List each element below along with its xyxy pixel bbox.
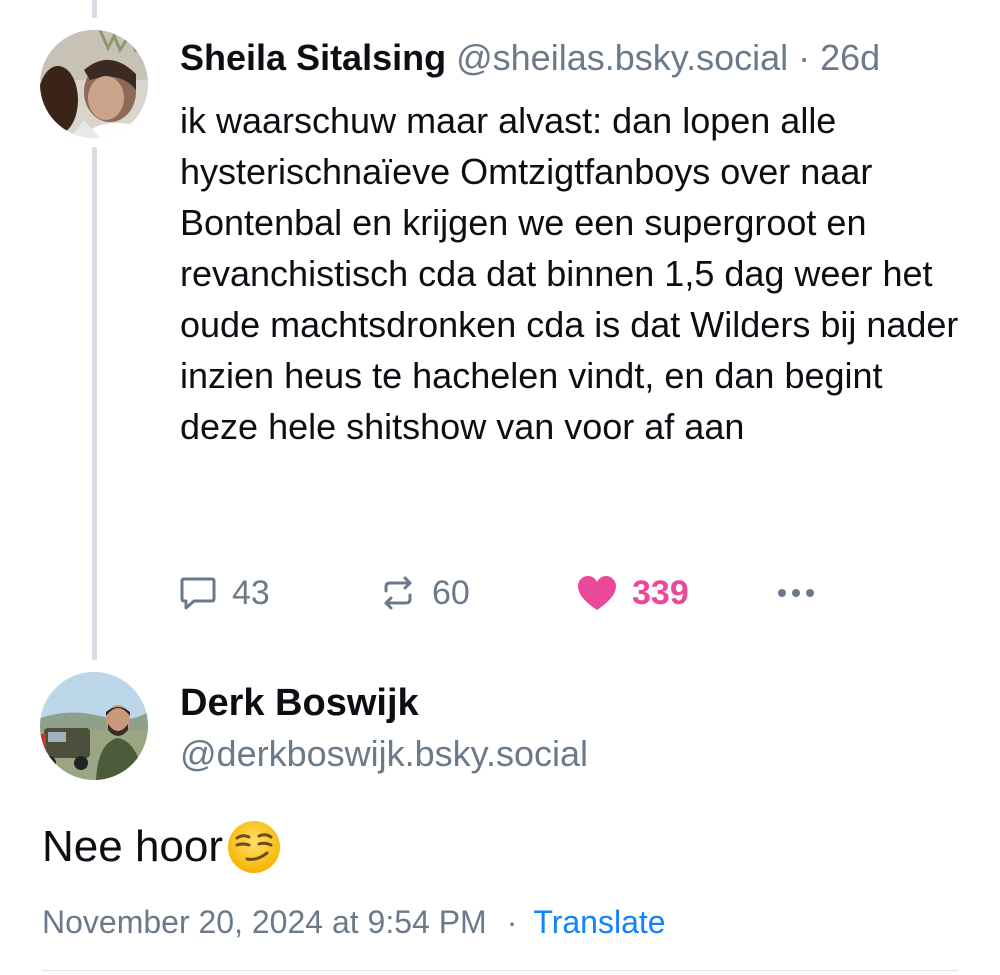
separator-dot: · — [506, 904, 518, 940]
reply-count: 43 — [232, 573, 270, 612]
like-button[interactable]: 339 — [576, 568, 689, 618]
reply-button[interactable]: 43 — [178, 568, 270, 618]
smirking-face-icon — [228, 821, 281, 873]
author-name[interactable]: Sheila Sitalsing — [180, 37, 446, 78]
author-handle[interactable]: @derkboswijk.bsky.social — [180, 732, 588, 776]
repost-count: 60 — [432, 573, 470, 612]
thread-line — [92, 147, 97, 660]
parent-post-header: Sheila Sitalsing @sheilas.bsky.social · … — [180, 36, 880, 80]
repost-arrows-icon — [384, 576, 412, 610]
post-meta: November 20, 2024 at 9:54 PM · Translate — [42, 902, 666, 942]
post-text: Nee hoor — [42, 818, 283, 876]
sheila-avatar[interactable] — [40, 30, 148, 138]
author-name[interactable]: Derk Boswijk — [180, 680, 419, 726]
divider — [42, 970, 958, 971]
ellipsis-icon — [778, 589, 814, 597]
translate-link[interactable]: Translate — [533, 904, 665, 940]
repost-button[interactable]: 60 — [378, 568, 470, 618]
like-count: 339 — [632, 573, 689, 612]
separator-dot: · — [798, 37, 811, 78]
thread-line-top — [92, 0, 97, 18]
heart-icon — [578, 576, 616, 610]
post-text-body: Nee hoor — [42, 822, 224, 871]
derk-avatar[interactable] — [40, 672, 148, 780]
post-age[interactable]: 26d — [820, 37, 880, 78]
post-timestamp: November 20, 2024 at 9:54 PM — [42, 904, 487, 940]
speech-bubble-icon — [180, 577, 216, 610]
more-options-button[interactable] — [774, 568, 832, 618]
author-handle[interactable]: @sheilas.bsky.social — [456, 37, 788, 78]
post-actions: 43 60 339 — [178, 568, 838, 618]
post-text: ik waarschuw maar alvast: dan lopen alle… — [180, 100, 959, 447]
